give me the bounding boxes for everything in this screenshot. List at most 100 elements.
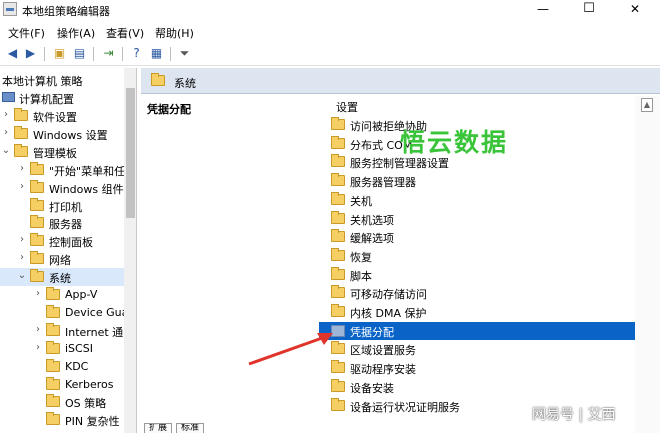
menu-view[interactable]: 查看(V)	[106, 25, 144, 41]
list-scrollbar[interactable]: ▲	[635, 96, 660, 433]
scroll-up-icon[interactable]: ▲	[641, 98, 653, 112]
settings-item-label: 缓解选项	[350, 232, 394, 246]
folder-icon	[30, 161, 44, 175]
tree-item-label: KDC	[65, 359, 89, 373]
watermark-logo: 悟云数据	[400, 128, 509, 157]
back-icon[interactable]: ◀	[4, 46, 21, 62]
tree-item-label: 打印机	[49, 200, 82, 214]
menu-help[interactable]: 帮助(H)	[155, 25, 194, 41]
settings-list-item[interactable]: 缓解选项	[319, 228, 649, 246]
settings-item-label: 区域设置服务	[350, 344, 416, 358]
folder-icon	[331, 191, 345, 205]
folder-icon	[30, 215, 44, 229]
settings-list-item[interactable]: 设备安装	[319, 378, 649, 396]
chevron-right-icon[interactable]: ›	[17, 181, 27, 192]
folder-icon	[151, 73, 165, 86]
scrollbar-thumb[interactable]	[126, 88, 135, 218]
folder-icon	[30, 269, 44, 283]
settings-list-item[interactable]: 可移动存储访问	[319, 284, 649, 302]
maximize-button[interactable]: ☐	[566, 0, 612, 20]
settings-item-label: 凭据分配	[350, 325, 394, 339]
help-icon[interactable]: ?	[128, 46, 145, 62]
app-icon	[3, 2, 17, 16]
up-folder-icon[interactable]: ▣	[51, 46, 68, 62]
folder-icon	[30, 251, 44, 265]
tree-item[interactable]: ⌄ 系统	[0, 268, 124, 287]
settings-list-item[interactable]: 脚本	[319, 266, 649, 284]
settings-item-label: 设备安装	[350, 381, 394, 395]
tree-item-label: 软件设置	[33, 111, 77, 124]
console-tree: 本地计算机 策略 计算机配置 › 软件设置 › Windows 设置 ⌄ 管理模板 › "开始…	[0, 68, 137, 433]
watermark-corner: 网易号 | 艾西	[532, 407, 616, 423]
export-icon[interactable]: ⇥	[100, 46, 117, 62]
tree-item[interactable]: KDC	[0, 358, 124, 376]
folder-icon	[30, 233, 44, 247]
description-title: 凭据分配	[147, 103, 191, 116]
annotation-arrow-icon	[248, 333, 333, 366]
settings-list-item[interactable]: 驱动程序安装	[319, 359, 649, 377]
console-tree-icon[interactable]: ▤	[71, 46, 88, 62]
folder-icon	[331, 304, 345, 317]
chevron-down-icon[interactable]: ⌄	[17, 270, 27, 281]
filter-icon[interactable]: ⏷	[176, 46, 193, 62]
properties-icon[interactable]: ▦	[148, 46, 165, 62]
tree-item[interactable]: › 网络	[0, 250, 124, 268]
tree-item[interactable]: › 软件设置	[0, 107, 124, 125]
settings-list-item[interactable]: 关机	[319, 191, 649, 209]
chevron-down-icon[interactable]: ⌄	[1, 145, 11, 156]
tree-item-label: 网络	[49, 254, 71, 268]
menu-action[interactable]: 操作(A)	[57, 25, 95, 41]
settings-list-item[interactable]: 凭据分配	[319, 321, 649, 340]
toolbar-separator	[44, 47, 45, 61]
settings-list-item[interactable]: 关机选项	[319, 210, 649, 228]
folder-icon	[331, 285, 345, 299]
chevron-right-icon[interactable]: ›	[33, 342, 43, 353]
tree-root[interactable]: 本地计算机 策略	[0, 71, 124, 89]
settings-list-item[interactable]: 恢复	[319, 247, 649, 265]
settings-item-label: 内核 DMA 保护	[350, 307, 427, 320]
window-title: 本地组策略编辑器	[22, 5, 110, 18]
tree-item[interactable]: OS 策略	[0, 393, 124, 411]
folder-icon	[46, 322, 60, 336]
chevron-right-icon[interactable]: ›	[1, 127, 11, 138]
settings-list-item[interactable]: 内核 DMA 保护	[319, 303, 649, 321]
tree-computer-config[interactable]: 计算机配置	[0, 89, 124, 107]
column-header-settings[interactable]: 设置	[336, 99, 358, 115]
tree-item[interactable]: Kerberos	[0, 376, 124, 394]
tab-standard[interactable]: 标准	[176, 423, 204, 433]
chevron-right-icon[interactable]: ›	[33, 324, 43, 335]
tree-item[interactable]: 打印机	[0, 197, 124, 215]
tree-item[interactable]: › Windows 设置	[0, 125, 124, 143]
tree-item[interactable]: ⌄ 管理模板	[0, 143, 124, 161]
tree-item[interactable]: › "开始"菜单和任	[0, 161, 125, 179]
tree-item-label: OS 策略	[65, 397, 107, 411]
chevron-right-icon[interactable]: ›	[33, 288, 43, 299]
tree-item[interactable]: › Windows 组件	[0, 179, 124, 197]
chevron-right-icon[interactable]: ›	[17, 163, 27, 174]
folder-icon	[14, 125, 28, 139]
tree-item[interactable]: › 控制面板	[0, 232, 124, 250]
tree-item[interactable]: PIN 复杂性	[0, 411, 124, 429]
chevron-right-icon[interactable]: ›	[1, 109, 11, 120]
chevron-right-icon[interactable]: ›	[17, 252, 27, 263]
tree-item-label: 服务器	[49, 218, 82, 232]
settings-list-item[interactable]: 区域设置服务	[319, 340, 649, 358]
close-button[interactable]: ✕	[612, 0, 658, 20]
tree-item[interactable]: 服务器	[0, 214, 124, 232]
folder-icon	[30, 197, 44, 211]
tree-item[interactable]: › Internet 通	[0, 322, 124, 340]
folder-icon	[46, 358, 60, 372]
tree-item[interactable]: › iSCSI	[0, 340, 124, 358]
tree-item[interactable]: Device Gua	[0, 304, 128, 322]
tab-extended[interactable]: 扩展	[144, 423, 172, 433]
settings-item-label: 服务器管理器	[350, 176, 416, 190]
menu-file[interactable]: 文件(F)	[8, 25, 45, 41]
settings-list-item[interactable]: 服务器管理器	[319, 172, 649, 190]
tree-item[interactable]: › App-V	[0, 286, 124, 304]
folder-icon	[331, 210, 345, 224]
menu-bar: 文件(F) 操作(A) 查看(V) 帮助(H)	[0, 22, 660, 41]
chevron-right-icon[interactable]: ›	[17, 234, 27, 245]
forward-icon[interactable]: ▶	[22, 46, 39, 62]
minimize-button[interactable]: —	[520, 0, 566, 20]
tree-scrollbar[interactable]	[124, 68, 136, 433]
